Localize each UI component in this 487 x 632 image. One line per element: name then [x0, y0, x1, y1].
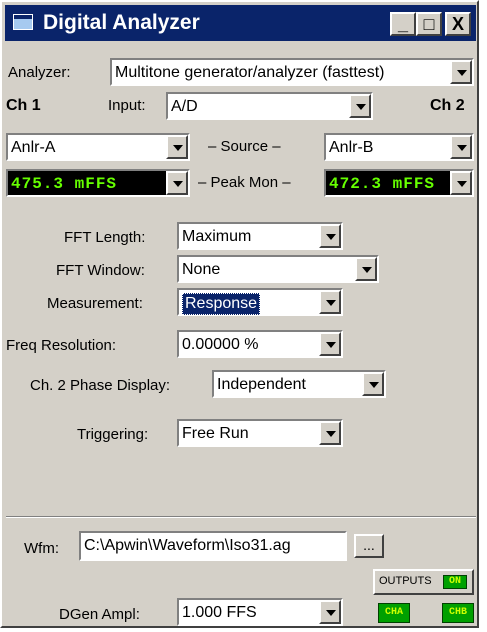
waveform-path-field[interactable]: C:\Apwin\Waveform\Iso31.ag	[79, 531, 347, 561]
fft-length-select[interactable]: Maximum	[177, 222, 343, 250]
analyzer-value: Multitone generator/analyzer (fasttest)	[115, 64, 385, 81]
ch2-peak-value: 472.3 mFFS	[329, 175, 436, 193]
chevron-down-icon[interactable]	[450, 171, 472, 195]
ch1-label: Ch 1	[6, 97, 41, 114]
ch2-peak-meter[interactable]: 472.3 mFFS	[324, 169, 474, 197]
analyzer-label: Analyzer:	[8, 64, 71, 81]
window-title: Digital Analyzer	[43, 11, 200, 34]
phase-display-label: Ch. 2 Phase Display:	[30, 377, 171, 394]
cha-output-button[interactable]: CHA	[378, 603, 410, 623]
input-select[interactable]: A/D	[166, 92, 373, 120]
analyzer-select[interactable]: Multitone generator/analyzer (fasttest)	[110, 58, 474, 86]
triggering-select[interactable]: Free Run	[177, 419, 343, 447]
freq-resolution-label: Freq Resolution:	[6, 337, 117, 354]
outputs-panel[interactable]: OUTPUTS ON	[373, 569, 474, 595]
ch2-source-select[interactable]: Anlr-B	[324, 133, 474, 161]
chevron-down-icon[interactable]	[319, 600, 341, 624]
chb-output-button[interactable]: CHB	[442, 603, 474, 623]
outputs-label: OUTPUTS	[379, 575, 432, 587]
chevron-down-icon[interactable]	[166, 135, 188, 159]
freq-resolution-select[interactable]: 0.00000 %	[177, 330, 343, 358]
section-divider	[6, 516, 476, 518]
fft-window-value: None	[182, 261, 221, 278]
fft-window-select[interactable]: None	[177, 255, 379, 283]
chevron-down-icon[interactable]	[319, 332, 341, 356]
fft-length-value: Maximum	[182, 228, 252, 245]
ch1-peak-value: 475.3 mFFS	[11, 175, 118, 193]
triggering-label: Triggering:	[77, 426, 149, 443]
chevron-down-icon[interactable]	[355, 257, 377, 281]
digital-analyzer-window: Digital Analyzer _ □ X Analyzer: Multito…	[0, 0, 479, 628]
fft-length-label: FFT Length:	[64, 229, 146, 246]
dgen-ampl-value: 1.000 FFS	[182, 604, 257, 621]
phase-display-value: Independent	[217, 376, 306, 393]
input-label: Input:	[108, 97, 146, 114]
ch1-source-value: Anlr-A	[11, 139, 56, 156]
chevron-down-icon[interactable]	[319, 290, 341, 314]
waveform-path-value: C:\Apwin\Waveform\Iso31.ag	[84, 537, 291, 554]
window-icon[interactable]	[13, 14, 33, 30]
triggering-value: Free Run	[182, 425, 249, 442]
ch1-peak-meter[interactable]: 475.3 mFFS	[6, 169, 190, 197]
ch2-label: Ch 2	[430, 97, 465, 114]
freq-resolution-value: 0.00000 %	[182, 336, 259, 353]
dgen-ampl-label: DGen Ampl:	[59, 606, 140, 623]
browse-button[interactable]: ...	[354, 534, 384, 558]
chevron-down-icon[interactable]	[362, 372, 384, 396]
chevron-down-icon[interactable]	[166, 171, 188, 195]
title-bar[interactable]: Digital Analyzer _ □ X	[5, 5, 476, 41]
chevron-down-icon[interactable]	[450, 60, 472, 84]
ch2-source-value: Anlr-B	[329, 139, 374, 156]
measurement-value: Response	[182, 293, 261, 315]
peak-mon-label: – Peak Mon –	[198, 174, 291, 191]
outputs-on-indicator: ON	[443, 575, 467, 589]
phase-display-select[interactable]: Independent	[212, 370, 386, 398]
close-button[interactable]: X	[445, 12, 471, 36]
chevron-down-icon[interactable]	[319, 421, 341, 445]
chevron-down-icon[interactable]	[349, 94, 371, 118]
ch1-source-select[interactable]: Anlr-A	[6, 133, 190, 161]
maximize-button[interactable]: □	[416, 12, 442, 36]
chevron-down-icon[interactable]	[450, 135, 472, 159]
waveform-label: Wfm:	[24, 540, 59, 557]
input-value: A/D	[171, 98, 198, 115]
chevron-down-icon[interactable]	[319, 224, 341, 248]
fft-window-label: FFT Window:	[56, 262, 145, 279]
measurement-label: Measurement:	[47, 295, 143, 312]
dgen-ampl-field[interactable]: 1.000 FFS	[177, 598, 343, 626]
source-label: – Source –	[208, 138, 281, 155]
minimize-button[interactable]: _	[390, 12, 416, 36]
measurement-select[interactable]: Response	[177, 288, 343, 316]
